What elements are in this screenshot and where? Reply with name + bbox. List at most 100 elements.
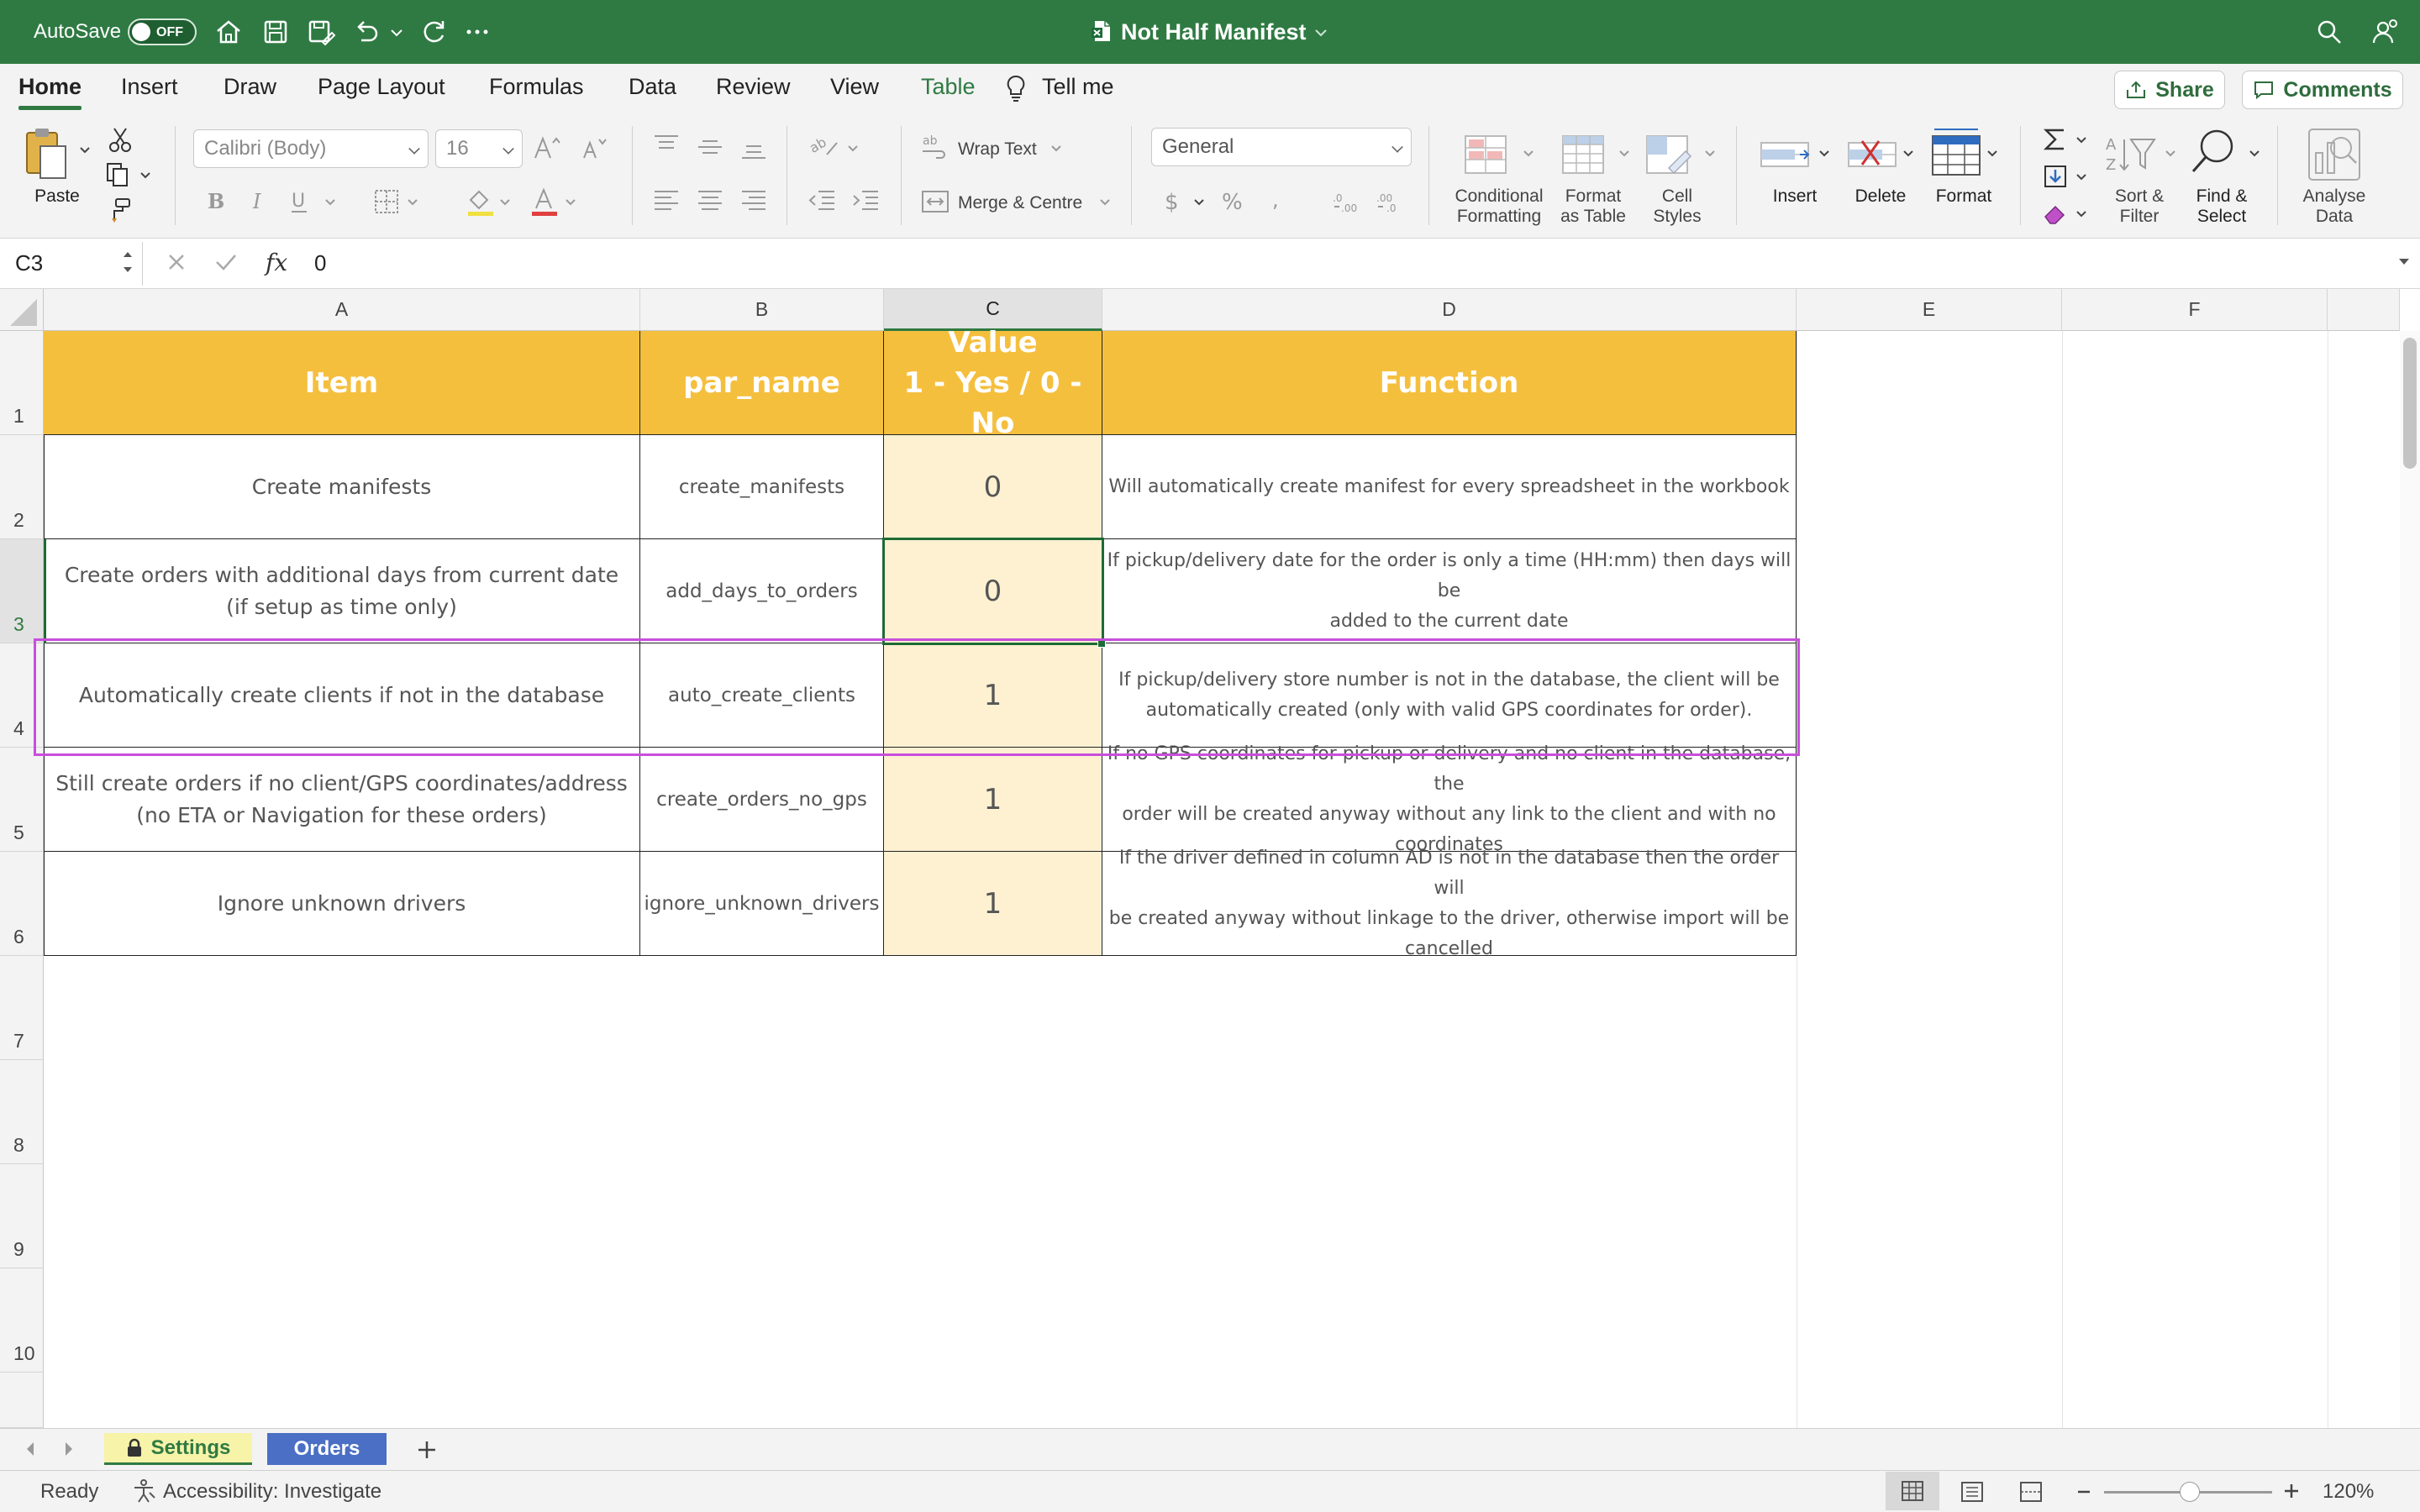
paste-chevron-down-icon[interactable] bbox=[79, 144, 91, 156]
cell-d6[interactable]: If the driver defined in column AD is no… bbox=[1102, 848, 1797, 959]
row-header-7[interactable]: 7 bbox=[0, 956, 44, 1060]
clear-icon[interactable] bbox=[2042, 200, 2069, 227]
name-box-stepper-icon[interactable] bbox=[121, 245, 134, 279]
cell-styles-chevron-down-icon[interactable] bbox=[1704, 148, 1716, 160]
scrollbar-thumb[interactable] bbox=[2403, 338, 2417, 469]
cell-c3[interactable]: 0 bbox=[884, 539, 1102, 643]
cell-d4[interactable]: If pickup/delivery store number is not i… bbox=[1102, 643, 1797, 748]
fill-icon[interactable] bbox=[2042, 163, 2069, 190]
document-title[interactable]: Not Half Manifest bbox=[1121, 0, 1307, 64]
row-header-11[interactable] bbox=[0, 1373, 44, 1428]
delete-cells-icon[interactable] bbox=[1845, 131, 1899, 178]
align-middle-icon[interactable] bbox=[696, 136, 724, 161]
clear-chevron-down-icon[interactable] bbox=[2075, 208, 2087, 220]
cell-styles-label[interactable]: Cell Styles bbox=[1635, 186, 1719, 227]
sheet-prev-icon[interactable] bbox=[22, 1440, 39, 1458]
row-header-3[interactable]: 3 bbox=[0, 539, 44, 643]
number-format-combo[interactable]: General bbox=[1151, 128, 1412, 166]
tab-formulas[interactable]: Formulas bbox=[489, 74, 584, 100]
comments-button[interactable]: Comments bbox=[2242, 71, 2403, 109]
analyse-data-icon[interactable] bbox=[2306, 126, 2363, 183]
zoom-level[interactable]: 120% bbox=[2323, 1480, 2374, 1504]
cell-b2[interactable]: create_manifests bbox=[640, 435, 884, 539]
find-select-chevron-down-icon[interactable] bbox=[2249, 148, 2260, 160]
format-as-table-chevron-down-icon[interactable] bbox=[1618, 148, 1630, 160]
row-header-9[interactable]: 9 bbox=[0, 1164, 44, 1268]
autosave-toggle[interactable]: OFF bbox=[128, 18, 197, 45]
header-item[interactable]: Item bbox=[44, 331, 640, 435]
font-color-chevron-down-icon[interactable] bbox=[565, 197, 576, 208]
tab-data[interactable]: Data bbox=[629, 74, 676, 100]
row-header-1[interactable]: 1 bbox=[0, 331, 44, 435]
row-header-5[interactable]: 5 bbox=[0, 748, 44, 852]
column-header-d[interactable]: D bbox=[1102, 289, 1797, 331]
merge-centre-label[interactable]: Merge & Centre bbox=[958, 193, 1082, 213]
wrap-text-label[interactable]: Wrap Text bbox=[958, 139, 1037, 160]
column-header-f[interactable]: F bbox=[2062, 289, 2328, 331]
increase-indent-icon[interactable] bbox=[850, 188, 881, 213]
account-icon[interactable] bbox=[2370, 17, 2400, 47]
sort-filter-label[interactable]: Sort & Filter bbox=[2101, 186, 2178, 227]
conditional-formatting-chevron-down-icon[interactable] bbox=[1523, 148, 1534, 160]
sort-filter-icon[interactable]: AZ bbox=[2104, 131, 2158, 178]
page-break-preview-icon[interactable] bbox=[2018, 1480, 2044, 1504]
row-header-4[interactable]: 4 bbox=[0, 643, 44, 748]
align-bottom-icon[interactable] bbox=[739, 139, 768, 165]
format-as-table-icon[interactable] bbox=[1560, 131, 1607, 178]
copy-chevron-down-icon[interactable] bbox=[139, 170, 151, 181]
align-center-icon[interactable] bbox=[696, 188, 724, 213]
paste-label[interactable]: Paste bbox=[25, 186, 89, 207]
percent-icon[interactable]: % bbox=[1220, 188, 1249, 215]
wrap-text-chevron-down-icon[interactable] bbox=[1050, 143, 1062, 155]
zoom-out-icon[interactable] bbox=[2075, 1485, 2092, 1499]
decrease-decimal-icon[interactable]: .00.0 bbox=[1375, 188, 1405, 215]
decrease-font-size-icon[interactable] bbox=[580, 134, 610, 161]
row-header-2[interactable]: 2 bbox=[0, 435, 44, 539]
row-header-6[interactable]: 6 bbox=[0, 852, 44, 956]
font-color-icon[interactable] bbox=[529, 186, 560, 217]
wrap-text-icon[interactable]: ab bbox=[921, 133, 950, 160]
orientation-chevron-down-icon[interactable] bbox=[847, 143, 859, 155]
merge-centre-chevron-down-icon[interactable] bbox=[1099, 197, 1111, 208]
column-header-next[interactable] bbox=[2328, 289, 2400, 331]
undo-icon[interactable] bbox=[351, 17, 381, 47]
cell-a2[interactable]: Create manifests bbox=[44, 435, 640, 539]
zoom-slider-thumb[interactable] bbox=[2180, 1482, 2200, 1502]
tab-home[interactable]: Home bbox=[18, 74, 82, 110]
increase-decimal-icon[interactable]: .0.00 bbox=[1331, 188, 1361, 215]
format-cells-icon[interactable] bbox=[1929, 126, 1983, 178]
cell-a4[interactable]: Automatically create clients if not in t… bbox=[44, 643, 640, 748]
font-size-combo[interactable]: 16 bbox=[435, 129, 523, 168]
underline-icon[interactable]: U bbox=[289, 188, 313, 215]
cell-c5[interactable]: 1 bbox=[884, 748, 1102, 852]
tab-insert[interactable]: Insert bbox=[121, 74, 178, 100]
italic-icon[interactable]: I bbox=[249, 188, 269, 213]
row-header-8[interactable]: 8 bbox=[0, 1060, 44, 1164]
sheet-tab-settings[interactable]: Settings bbox=[104, 1433, 252, 1465]
font-name-combo[interactable]: Calibri (Body) bbox=[193, 129, 429, 168]
insert-cells-icon[interactable] bbox=[1758, 131, 1812, 178]
save-icon[interactable] bbox=[260, 17, 291, 47]
cell-d5[interactable]: If no GPS coordinates for pickup or deli… bbox=[1102, 743, 1797, 855]
header-par-name[interactable]: par_name bbox=[640, 331, 884, 435]
format-cells-chevron-down-icon[interactable] bbox=[1986, 148, 1998, 160]
autosum-chevron-down-icon[interactable] bbox=[2075, 134, 2087, 146]
fill-chevron-down-icon[interactable] bbox=[2075, 171, 2087, 183]
more-icon[interactable] bbox=[462, 17, 492, 47]
format-cells-label[interactable]: Format bbox=[1926, 186, 2002, 207]
accessibility-icon[interactable] bbox=[131, 1478, 156, 1504]
undo-dropdown-chevron-down-icon[interactable] bbox=[388, 17, 405, 47]
cell-c2[interactable]: 0 bbox=[884, 435, 1102, 539]
delete-cells-chevron-down-icon[interactable] bbox=[1902, 148, 1914, 160]
cut-icon[interactable] bbox=[108, 126, 133, 153]
tab-draw[interactable]: Draw bbox=[224, 74, 276, 100]
cell-a3[interactable]: Create orders with additional days from … bbox=[44, 539, 640, 643]
tab-review[interactable]: Review bbox=[716, 74, 791, 100]
align-right-icon[interactable] bbox=[739, 188, 768, 213]
comma-style-icon[interactable]: , bbox=[1269, 188, 1286, 215]
tell-me[interactable]: Tell me bbox=[1042, 74, 1114, 100]
analyse-data-label[interactable]: Analyse Data bbox=[2294, 186, 2375, 227]
cell-b5[interactable]: create_orders_no_gps bbox=[640, 748, 884, 852]
select-all-corner[interactable] bbox=[0, 289, 44, 331]
zoom-in-icon[interactable] bbox=[2282, 1482, 2301, 1500]
